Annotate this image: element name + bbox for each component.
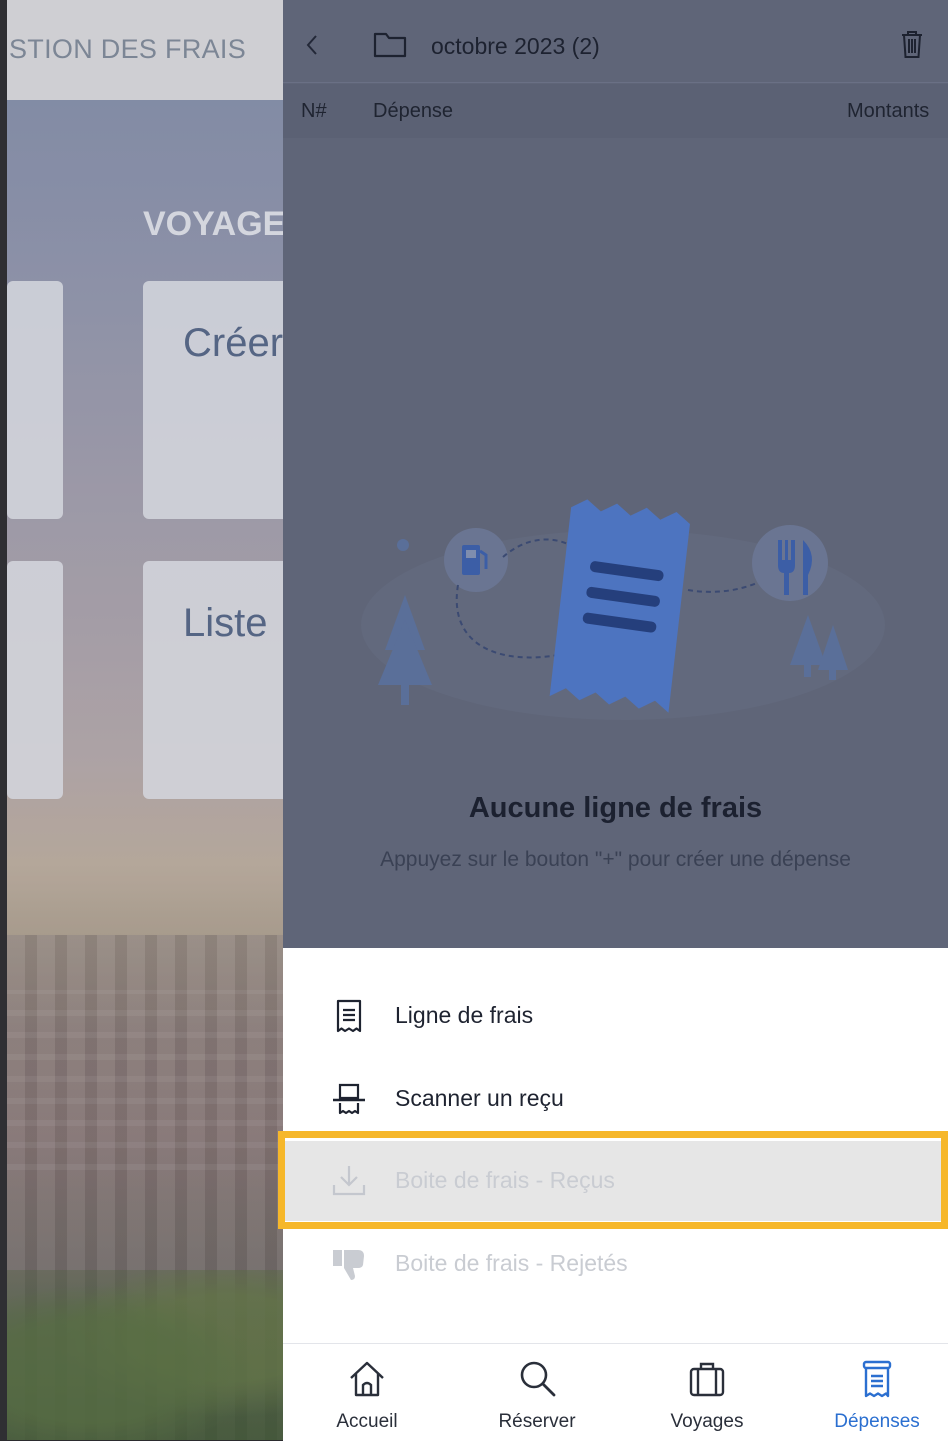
nav-label: Voyages bbox=[670, 1411, 744, 1432]
nav-label: Accueil bbox=[336, 1411, 398, 1432]
sheet-item-label: Scanner un reçu bbox=[395, 1085, 564, 1111]
sheet-item-inbox-receipts[interactable]: Boite de frais - Reçus bbox=[283, 1141, 948, 1221]
thumbs-down-icon bbox=[333, 1250, 364, 1280]
bottom-navigation: Accueil Réserver Voyages Dépenses bbox=[283, 1343, 948, 1441]
expenses-icon bbox=[862, 1360, 892, 1398]
sheet-item-label: Boite de frais - Reçus bbox=[395, 1167, 615, 1193]
column-number: N# bbox=[301, 100, 327, 122]
folder-icon bbox=[373, 32, 407, 58]
nav-item-expenses[interactable]: Dépenses bbox=[794, 1344, 948, 1441]
column-expense: Dépense bbox=[373, 100, 454, 122]
nav-item-book[interactable]: Réserver bbox=[454, 1344, 620, 1441]
back-icon[interactable] bbox=[301, 30, 323, 60]
nav-label: Réserver bbox=[498, 1411, 576, 1432]
dim-overlay bbox=[7, 0, 283, 1440]
empty-state-illustration bbox=[361, 499, 885, 720]
panel-topbar: octobre 2023 (2) bbox=[283, 0, 948, 83]
background-app: STION DES FRAIS VOYAGE Créer Liste bbox=[0, 0, 283, 1440]
search-icon bbox=[520, 1361, 556, 1397]
sheet-item-expense-line[interactable]: Ligne de frais bbox=[283, 976, 948, 1056]
sheet-item-label: Boite de frais - Rejetés bbox=[395, 1250, 628, 1276]
suitcase-icon bbox=[689, 1362, 725, 1397]
create-action-sheet: Ligne de frais Scanner un reçu Boite de … bbox=[283, 948, 948, 1343]
trash-icon[interactable] bbox=[900, 29, 924, 59]
folder-title: octobre 2023 (2) bbox=[431, 33, 600, 59]
empty-state-subtitle: Appuyez sur le bouton "+" pour créer une… bbox=[380, 848, 851, 871]
screen-edge bbox=[0, 0, 7, 1440]
home-icon bbox=[350, 1361, 384, 1397]
nav-label: Dépenses bbox=[834, 1411, 920, 1432]
empty-state-title: Aucune ligne de frais bbox=[468, 792, 763, 824]
table-header: N# Dépense Montants bbox=[283, 84, 948, 138]
download-icon bbox=[332, 1166, 366, 1196]
sheet-item-inbox-rejected[interactable]: Boite de frais - Rejetés bbox=[283, 1224, 948, 1304]
sheet-item-label: Ligne de frais bbox=[395, 1002, 534, 1028]
scanner-icon bbox=[333, 1083, 365, 1115]
sheet-item-scan-receipt[interactable]: Scanner un reçu bbox=[283, 1059, 948, 1139]
column-amounts: Montants bbox=[847, 100, 930, 122]
nav-item-home[interactable]: Accueil bbox=[284, 1344, 450, 1441]
receipt-icon bbox=[336, 999, 362, 1033]
nav-item-trips[interactable]: Voyages bbox=[624, 1344, 790, 1441]
